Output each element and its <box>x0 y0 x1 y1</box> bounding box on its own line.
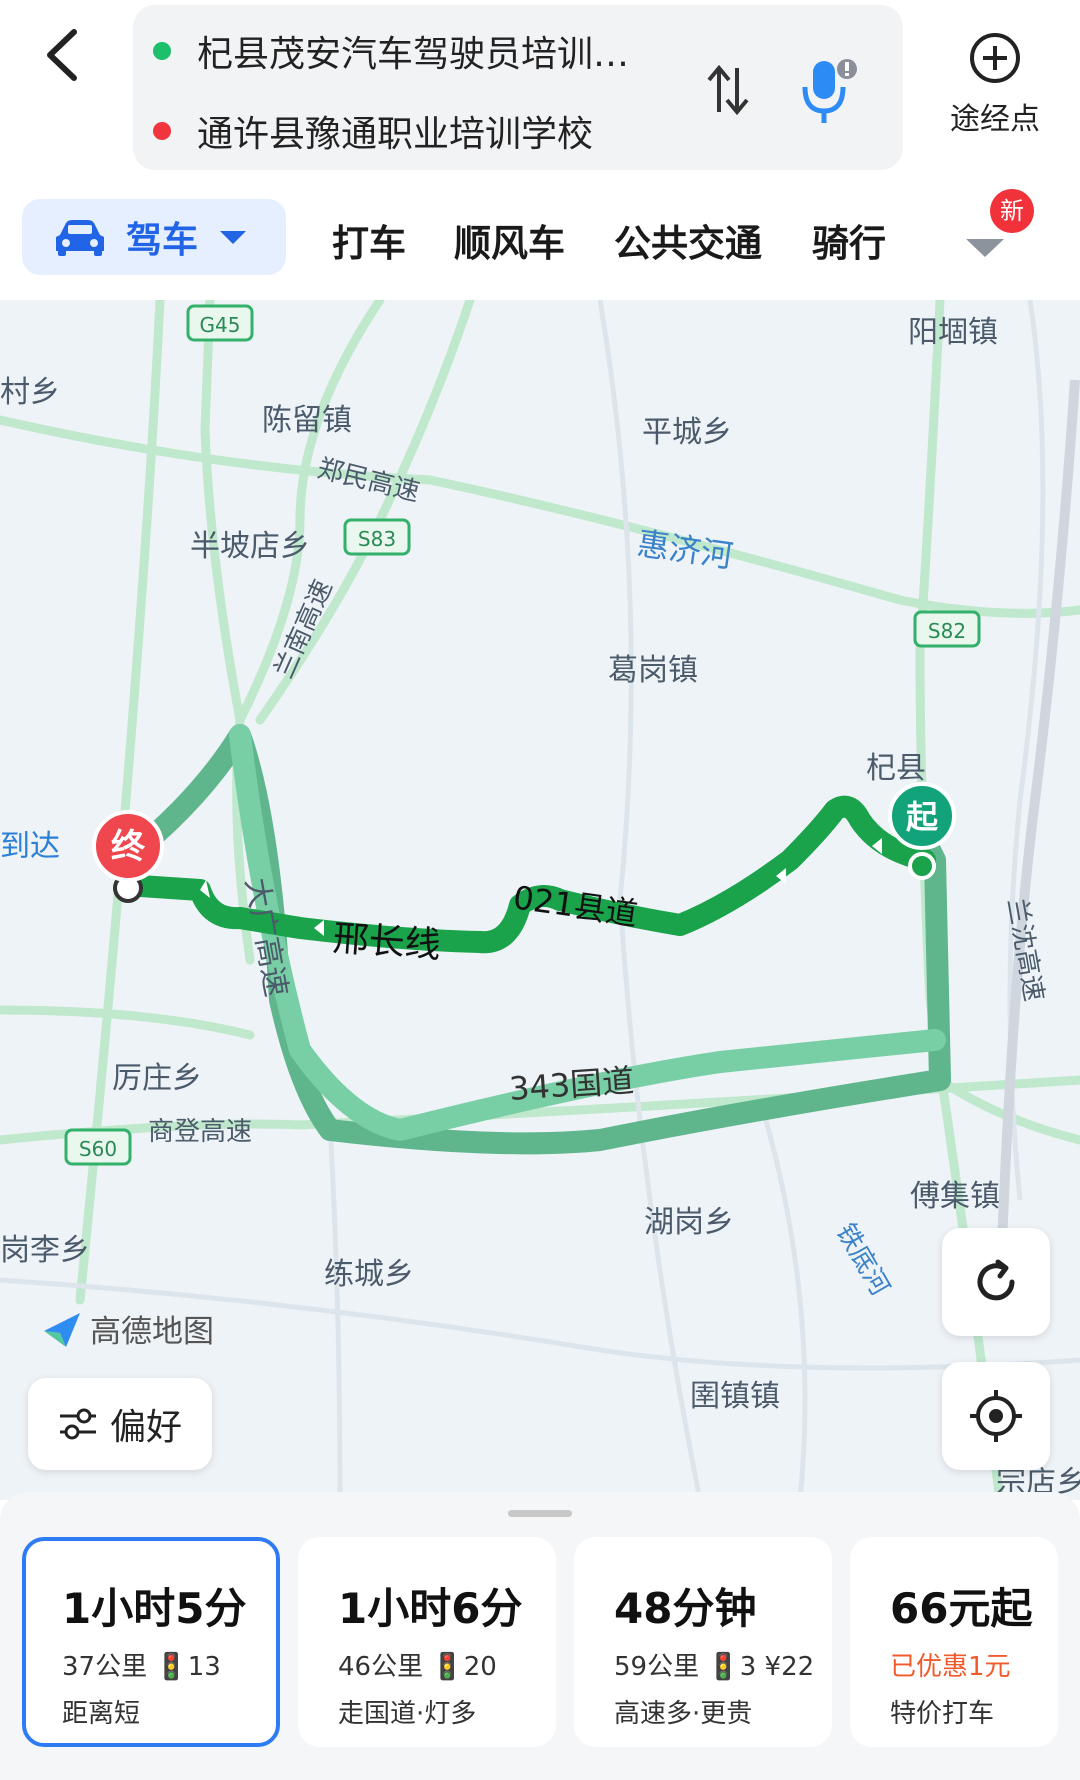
shield-s82: S82 <box>913 610 981 648</box>
sliders-icon <box>59 1408 96 1440</box>
road-label-route: 邢长线 <box>331 918 442 966</box>
start-location-text: 杞县茂安汽车驾驶员培训… <box>197 34 630 75</box>
route-distance: 46公里 <box>338 1652 424 1682</box>
route-lights: 3 <box>739 1652 757 1682</box>
route-meta: 59公里 🚦3 ¥22 <box>614 1646 832 1683</box>
svg-text:G45: G45 <box>200 313 241 337</box>
svg-text:起: 起 <box>906 798 939 836</box>
svg-text:终: 终 <box>111 827 146 867</box>
route-distance: 59公里 <box>614 1652 700 1682</box>
car-icon <box>56 220 104 256</box>
amap-logo-icon <box>44 1312 80 1347</box>
tab-drive[interactable]: 驾车 <box>22 199 286 275</box>
route-time: 1小时5分 <box>62 1584 247 1633</box>
road-label: 343国道 <box>508 1061 635 1108</box>
route-meta: 46公里 🚦20 <box>338 1646 556 1683</box>
refresh-button[interactable] <box>942 1228 1050 1336</box>
shield-g45: G45 <box>186 304 254 342</box>
place-label: 杞县 <box>866 751 926 786</box>
voice-mic-icon[interactable] <box>795 55 861 127</box>
route-time: 1小时6分 <box>338 1584 523 1633</box>
refresh-icon <box>977 1259 1015 1301</box>
route-toll: ¥22 <box>764 1652 815 1682</box>
back-arrow-icon <box>47 29 77 81</box>
amap-logo-text: 高德地图 <box>90 1314 214 1350</box>
place-label: 阳堌镇 <box>908 315 998 350</box>
route-lights: 13 <box>187 1652 221 1682</box>
tab-drive-label: 驾车 <box>126 220 199 261</box>
arrival-label: 到达 <box>0 829 60 864</box>
route-lights: 20 <box>463 1652 497 1682</box>
taxi-price: 66元起 <box>890 1584 1033 1633</box>
end-location-text: 通许县豫通职业培训学校 <box>197 114 594 155</box>
traffic-light-icon: 🚦 <box>431 1652 464 1682</box>
route-header: 杞县茂安汽车驾驶员培训… 通许县豫通职业培训学校 途经点 <box>0 0 1080 175</box>
route-distance: 37公里 <box>62 1652 148 1682</box>
shield-s83: S83 <box>343 518 411 556</box>
svg-text:S82: S82 <box>928 619 966 643</box>
place-label: 村乡 <box>0 375 60 410</box>
taxi-card[interactable]: 66元起 已优惠1元 特价打车 <box>850 1537 1058 1747</box>
taxi-discount: 已优惠1元 <box>890 1652 1011 1682</box>
add-waypoint-button[interactable]: 途经点 <box>930 30 1060 138</box>
road-label: 商登高速 <box>148 1117 252 1147</box>
route-tag: 高速多·更贵 <box>614 1699 753 1729</box>
svg-text:S83: S83 <box>358 527 396 551</box>
place-label: 岗李乡 <box>0 1233 90 1268</box>
route-tag: 走国道·灯多 <box>338 1699 477 1729</box>
place-label: 练城乡 <box>324 1257 414 1292</box>
taxi-tag: 特价打车 <box>890 1699 995 1729</box>
route-card-2[interactable]: 1小时6分 46公里 🚦20 走国道·灯多 <box>298 1537 556 1747</box>
drag-handle[interactable] <box>508 1510 572 1517</box>
svg-text:S60: S60 <box>79 1137 117 1161</box>
route-card-3[interactable]: 48分钟 59公里 🚦3 ¥22 高速多·更贵 <box>574 1537 832 1747</box>
river-label: 惠济河 <box>635 524 735 575</box>
traffic-light-icon: 🚦 <box>155 1652 188 1682</box>
tab-cycling[interactable]: 骑行 <box>812 213 886 267</box>
locate-button[interactable] <box>942 1362 1050 1470</box>
start-location-row[interactable]: 杞县茂安汽车驾驶员培训… <box>153 21 629 81</box>
river-label: 铁底河 <box>830 1219 895 1302</box>
dropdown-icon <box>220 231 247 244</box>
route-tag: 距离短 <box>62 1699 141 1729</box>
route-card-1[interactable]: 1小时5分 37公里 🚦13 距离短 <box>22 1537 280 1747</box>
tab-taxi[interactable]: 打车 <box>332 213 406 267</box>
place-label: 陈留镇 <box>262 403 352 438</box>
back-button[interactable] <box>30 20 100 90</box>
place-label: 平城乡 <box>642 415 732 450</box>
traffic-light-icon: 🚦 <box>707 1652 740 1682</box>
place-label: 葛岗镇 <box>608 653 698 688</box>
preference-button[interactable]: 偏好 <box>28 1378 212 1470</box>
tab-carpool[interactable]: 顺风车 <box>454 213 565 267</box>
waypoint-label: 途经点 <box>950 102 1040 137</box>
place-label: 厉庄乡 <box>112 1061 202 1096</box>
shield-s60: S60 <box>64 1128 132 1166</box>
add-circle-icon <box>970 33 1020 83</box>
travel-mode-tabs: 驾车 打车 顺风车 公共交通 骑行 新 <box>0 175 1080 300</box>
route-time: 48分钟 <box>614 1584 757 1633</box>
preference-label: 偏好 <box>109 1407 182 1448</box>
route-input-box: 杞县茂安汽车驾驶员培训… 通许县豫通职业培训学校 <box>133 5 903 170</box>
tab-transit[interactable]: 公共交通 <box>614 213 762 267</box>
place-label: 圉镇镇 <box>690 1379 780 1414</box>
end-dot-icon <box>153 122 171 140</box>
route-meta: 37公里 🚦13 <box>62 1646 276 1683</box>
route-options-panel: 1小时5分 37公里 🚦13 距离短 1小时6分 46公里 🚦20 走国道·灯多… <box>0 1492 1080 1780</box>
place-label: 半坡店乡 <box>190 529 310 564</box>
end-location-row[interactable]: 通许县豫通职业培训学校 <box>153 101 593 161</box>
swap-icon[interactable] <box>703 60 753 120</box>
amap-logo: 高德地图 <box>40 1306 214 1351</box>
locate-icon <box>970 1390 1022 1442</box>
place-label: 傅集镇 <box>910 1179 1000 1214</box>
new-badge: 新 <box>990 189 1034 233</box>
start-dot-icon <box>153 42 171 60</box>
place-label: 湖岗乡 <box>644 1205 734 1240</box>
